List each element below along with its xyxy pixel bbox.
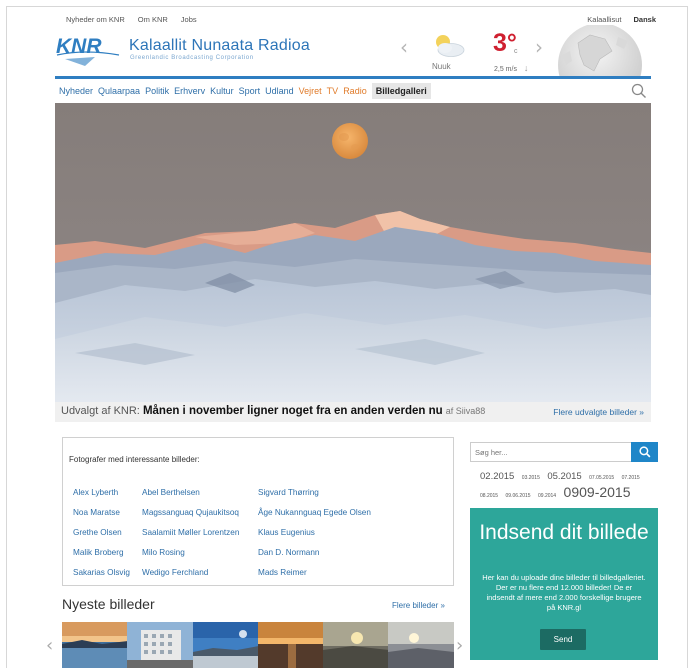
photographer-link[interactable]: Milo Rosing <box>142 547 239 558</box>
featured-caption-bar: Udvalgt af KNR: Månen i november ligner … <box>55 402 651 422</box>
photographer-link[interactable]: Dan D. Normann <box>258 547 371 558</box>
archive-date-link[interactable]: 09.2014 <box>538 493 556 499</box>
moon-mountain-photo <box>55 103 651 402</box>
top-link-nyheder-om-knr[interactable]: Nyheder om KNR <box>66 15 125 24</box>
photographer-link[interactable]: Åge Nukannguaq Egede Olsen <box>258 507 371 518</box>
archive-date-link[interactable]: 05.2015 <box>547 471 581 482</box>
archive-date-cloud: 02.2015 03.2015 05.2015 07.05.2015 07.20… <box>480 468 658 503</box>
brand-subtitle: Greenlandic Broadcasting Corporation <box>130 55 254 61</box>
top-link-om-knr[interactable]: Om KNR <box>138 15 168 24</box>
brand-name: Kalaallit Nunaata Radioa <box>129 37 310 54</box>
featured-title-link[interactable]: Månen i november ligner noget fra en and… <box>143 405 443 417</box>
nav-politik[interactable]: Politik <box>145 86 169 96</box>
more-images-link[interactable]: Flere billeder » <box>392 601 445 610</box>
weather-wind: 2,5 m/s ↓ <box>494 63 528 73</box>
gallery-search <box>470 442 658 462</box>
photographer-link[interactable]: Malik Broberg <box>73 547 130 558</box>
photographer-link[interactable]: Abel Berthelsen <box>142 487 239 498</box>
language-dansk[interactable]: Dansk <box>633 15 656 24</box>
thumbnail-image[interactable] <box>62 622 128 668</box>
weather-city: Nuuk <box>432 62 451 71</box>
photographers-box: Fotografer med interessante billeder: Al… <box>62 437 454 586</box>
send-button[interactable]: Send <box>540 629 586 650</box>
archive-date-link[interactable]: 09.06.2015 <box>506 493 531 499</box>
archive-date-link[interactable]: 08.2015 <box>480 493 498 499</box>
archive-date-link[interactable]: 07.2015 <box>622 475 640 481</box>
gallery-search-button[interactable] <box>631 442 658 462</box>
archive-date-link[interactable]: 0909-2015 <box>564 484 631 500</box>
photographer-link[interactable]: Sigvard Thørring <box>258 487 371 498</box>
wind-speed: 2,5 m/s <box>494 66 517 73</box>
submit-title: Indsend dit billede <box>479 521 649 544</box>
thumbnail-image[interactable] <box>388 622 454 668</box>
newest-images-title: Nyeste billeder <box>62 596 155 612</box>
weather-prev-arrow[interactable]: ‹ <box>400 35 408 59</box>
knr-logo[interactable]: KNR <box>55 33 121 67</box>
thumbnail-image[interactable] <box>257 622 324 668</box>
nav-nyheder[interactable]: Nyheder <box>59 86 93 96</box>
submit-description: Her kan du uploade dine billeder til bil… <box>482 573 646 612</box>
photographers-column-1: Alex Lyberth Noa Maratse Grethe Olsen Ma… <box>73 487 130 578</box>
search-icon[interactable] <box>631 83 647 99</box>
featured-image[interactable] <box>55 103 651 402</box>
photographer-link[interactable]: Noa Maratse <box>73 507 130 518</box>
photographer-link[interactable]: Grethe Olsen <box>73 527 130 538</box>
carousel-prev-arrow[interactable]: ‹ <box>46 635 53 656</box>
photographer-link[interactable]: Wedigo Ferchland <box>142 567 239 578</box>
featured-caption: Udvalgt af KNR: Månen i november ligner … <box>61 405 485 417</box>
nav-radio[interactable]: Radio <box>343 86 367 96</box>
photographer-link[interactable]: Sakarias Olsvig <box>73 567 130 578</box>
nav-kultur[interactable]: Kultur <box>210 86 234 96</box>
nav-billedgalleri[interactable]: Billedgalleri <box>371 83 431 99</box>
search-icon <box>638 446 650 458</box>
greenland-globe-image <box>558 25 642 79</box>
carousel-next-arrow[interactable]: › <box>456 635 463 656</box>
archive-date-link[interactable]: 02.2015 <box>480 471 514 482</box>
thumbnail-image[interactable] <box>127 622 193 668</box>
photographer-link[interactable]: Magssanguaq Qujaukitsoq <box>142 507 239 518</box>
photographer-link[interactable]: Mads Reimer <box>258 567 371 578</box>
submit-photo-box: Indsend dit billede Her kan du uploade d… <box>470 508 658 660</box>
featured-byline[interactable]: af Siiva88 <box>446 406 486 416</box>
main-nav: Nyheder Qulaarpaa Politik Erhverv Kultur… <box>55 80 651 102</box>
newest-images-carousel <box>62 622 454 668</box>
top-link-jobs[interactable]: Jobs <box>181 15 197 24</box>
nav-tv[interactable]: TV <box>327 86 339 96</box>
gallery-search-input[interactable] <box>471 443 631 461</box>
photographer-link[interactable]: Klaus Eugenius <box>258 527 371 538</box>
partly-cloudy-icon <box>436 35 465 57</box>
photographers-column-2: Abel Berthelsen Magssanguaq Qujaukitsoq … <box>142 487 239 578</box>
photographer-link[interactable]: Alex Lyberth <box>73 487 130 498</box>
weather-next-arrow[interactable]: › <box>535 35 543 59</box>
weather-unit: c <box>514 48 518 55</box>
photographer-link[interactable]: Saalamiit Møller Lorentzen <box>142 527 239 538</box>
nav-vejret[interactable]: Vejret <box>299 86 322 96</box>
caption-prefix: Udvalgt af KNR: <box>61 405 140 417</box>
photographers-title: Fotografer med interessante billeder: <box>69 455 200 464</box>
thumbnail-image[interactable] <box>323 622 389 668</box>
photographers-column-3: Sigvard Thørring Åge Nukannguaq Egede Ol… <box>258 487 371 578</box>
header-divider <box>55 76 651 79</box>
nav-erhverv[interactable]: Erhverv <box>174 86 205 96</box>
nav-udland[interactable]: Udland <box>265 86 294 96</box>
nav-sport[interactable]: Sport <box>239 86 261 96</box>
language-kalaallisut[interactable]: Kalaallisut <box>587 15 621 24</box>
wind-direction-icon: ↓ <box>523 63 529 73</box>
archive-date-link[interactable]: 07.05.2015 <box>589 475 614 481</box>
nav-qulaarpaa[interactable]: Qulaarpaa <box>98 86 140 96</box>
thumbnail-image[interactable] <box>192 622 258 668</box>
site-header: KNR Kalaallit Nunaata Radioa Greenlandic… <box>55 25 651 79</box>
logo-text: KNR <box>56 35 102 58</box>
archive-date-link[interactable]: 03.2015 <box>522 475 540 481</box>
more-featured-link[interactable]: Flere udvalgte billeder » <box>553 407 644 417</box>
